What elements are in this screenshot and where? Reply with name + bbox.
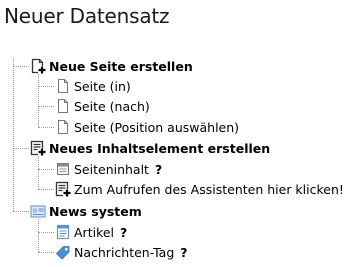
new-content-element-item: Seiteninhalt ? [55, 159, 162, 179]
item-label[interactable]: Artikel [74, 225, 114, 240]
item-label: Zum Aufrufen des Assistenten hier klicke… [74, 181, 344, 197]
new-page-after[interactable]: Seite (nach) [55, 96, 150, 116]
tree-connector [13, 211, 29, 212]
item-label[interactable]: Seiteninhalt [74, 162, 149, 177]
tree-connector [38, 106, 54, 107]
tree-connector [38, 232, 54, 233]
new-page-inside[interactable]: Seite (in) [55, 76, 131, 96]
article-icon [55, 224, 71, 240]
item-label: Seite (nach) [74, 98, 150, 114]
group-label: News system [49, 203, 142, 219]
group-label: Neues Inhaltselement erstellen [49, 140, 271, 156]
new-record-tree: Neue Seite erstellen Seite (in) Seite (n… [0, 0, 350, 267]
item-label: Seite (Position auswählen) [74, 119, 240, 135]
tree-connector [38, 219, 39, 252]
item-label: Seite (in) [74, 78, 131, 94]
tree-connector [38, 252, 54, 253]
help-icon[interactable]: ? [180, 245, 187, 260]
tree-connector [38, 86, 54, 87]
content-wizard-icon [55, 181, 71, 197]
group-label: Neue Seite erstellen [49, 58, 193, 74]
page-icon [55, 119, 71, 135]
news-tag-item: Nachrichten-Tag ? [55, 242, 188, 262]
tree-connector [38, 189, 54, 190]
page-icon [55, 98, 71, 114]
group-new-page[interactable]: Neue Seite erstellen [30, 56, 193, 76]
content-icon [55, 161, 71, 177]
item-label[interactable]: Nachrichten-Tag [74, 245, 174, 260]
group-new-content-element[interactable]: Neues Inhaltselement erstellen [30, 138, 270, 158]
tree-connector [38, 74, 39, 127]
tag-icon [55, 244, 71, 260]
help-icon[interactable]: ? [120, 225, 127, 240]
page-new-icon [30, 58, 46, 74]
page-icon [55, 78, 71, 94]
tree-connector [13, 148, 29, 149]
tree-connector [38, 127, 54, 128]
help-icon[interactable]: ? [155, 162, 162, 177]
tree-connector [38, 156, 39, 189]
content-new-icon [30, 140, 46, 156]
news-folder-icon [30, 203, 46, 219]
tree-connector [13, 58, 14, 211]
tree-connector [13, 66, 29, 67]
tree-connector [38, 169, 54, 170]
new-page-select-position[interactable]: Seite (Position auswählen) [55, 117, 239, 137]
news-article-item: Artikel ? [55, 222, 127, 242]
content-wizard-link[interactable]: Zum Aufrufen des Assistenten hier klicke… [55, 179, 344, 199]
group-news-system[interactable]: News system [30, 201, 142, 221]
